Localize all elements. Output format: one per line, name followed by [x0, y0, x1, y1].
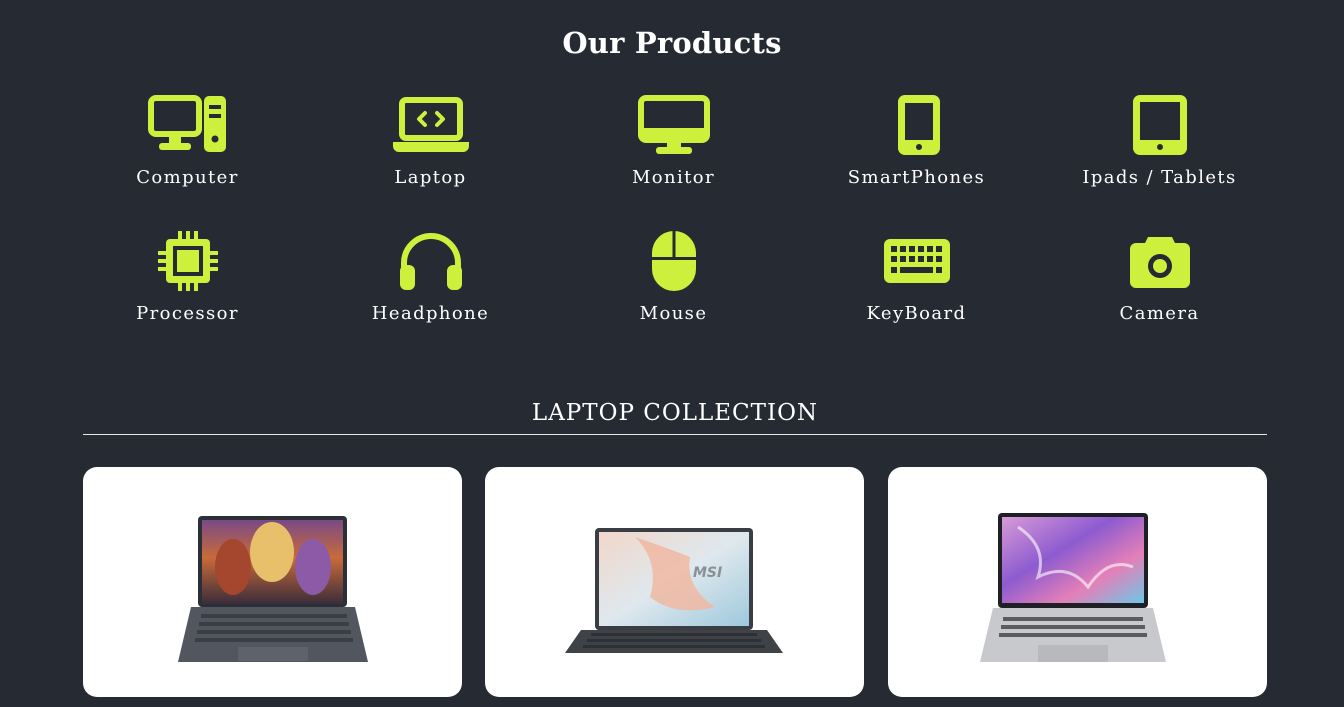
category-label: Monitor: [631, 167, 716, 188]
msi-laptop-image: MSI: [565, 528, 783, 653]
category-computer[interactable]: Computer: [66, 92, 309, 228]
keyboard-icon: [877, 228, 957, 294]
product-card[interactable]: MSI: [485, 467, 864, 697]
product-card[interactable]: [888, 467, 1267, 697]
category-label: SmartPhones: [847, 167, 986, 188]
category-laptop[interactable]: Laptop: [309, 92, 552, 228]
category-label: KeyBoard: [866, 303, 967, 324]
mouse-icon: [634, 228, 714, 294]
camera-icon: [1120, 228, 1200, 294]
category-grid: Computer Laptop Monitor SmartPhones Ipad…: [66, 92, 1281, 364]
product-card[interactable]: [83, 467, 462, 697]
laptop-concert-screen-image: [178, 516, 368, 662]
category-label: Camera: [1119, 303, 1200, 324]
category-row: Processor Headphone Mouse KeyBoard Camer…: [66, 228, 1281, 364]
product-cards: MSI: [83, 467, 1267, 707]
laptop-screen-brand: MSI: [693, 565, 722, 581]
page-title: Our Products: [562, 26, 782, 60]
section-heading: LAPTOP COLLECTION: [531, 400, 819, 426]
category-smartphones[interactable]: SmartPhones: [795, 92, 1038, 228]
category-headphone[interactable]: Headphone: [309, 228, 552, 364]
category-label: Processor: [136, 303, 239, 324]
category-monitor[interactable]: Monitor: [552, 92, 795, 228]
category-processor[interactable]: Processor: [66, 228, 309, 364]
desktop-computer-icon: [147, 92, 228, 158]
category-row: Computer Laptop Monitor SmartPhones Ipad…: [66, 92, 1281, 228]
monitor-icon: [634, 92, 714, 158]
category-mouse[interactable]: Mouse: [552, 228, 795, 364]
section-divider: [83, 434, 1267, 435]
category-label: Laptop: [394, 167, 467, 188]
smartphone-icon: [877, 92, 957, 158]
laptop-purple-screen-image: [980, 513, 1166, 662]
category-keyboard[interactable]: KeyBoard: [795, 228, 1038, 364]
category-label: Mouse: [639, 303, 708, 324]
category-label: Ipads / Tablets: [1082, 167, 1237, 188]
laptop-code-icon: [391, 92, 471, 158]
category-label: Headphone: [371, 303, 490, 324]
headphones-icon: [391, 228, 471, 294]
category-camera[interactable]: Camera: [1038, 228, 1281, 364]
cpu-chip-icon: [148, 228, 228, 294]
category-label: Computer: [136, 167, 239, 188]
category-tablets[interactable]: Ipads / Tablets: [1038, 92, 1281, 228]
tablet-icon: [1120, 92, 1200, 158]
